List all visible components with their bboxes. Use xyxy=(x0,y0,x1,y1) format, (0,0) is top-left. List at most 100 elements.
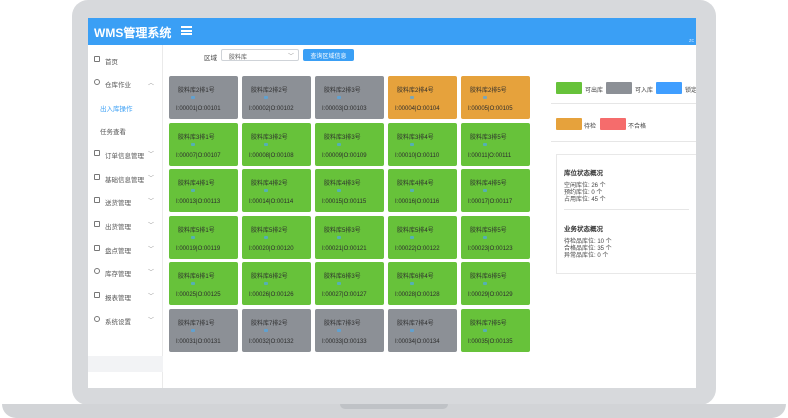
location-code: I:00011|O:00111 xyxy=(468,152,512,159)
location-cell[interactable]: 胶料库2排2号 I:00002|O:00102 xyxy=(242,76,311,119)
location-marker-icon xyxy=(483,235,487,239)
area-select[interactable]: 胶料库 ﹀ xyxy=(221,49,299,61)
location-name: 胶料库5排4号 xyxy=(397,227,434,234)
sidebar-item-label: 仓库作业 xyxy=(105,82,131,89)
location-cell[interactable]: 胶料库4排1号 I:00013|O:00113 xyxy=(169,169,238,212)
sidebar-item-inout[interactable]: 出入库操作 xyxy=(88,100,163,114)
location-marker-icon xyxy=(483,328,487,332)
location-marker-icon xyxy=(191,282,195,285)
location-cell[interactable]: 胶料库5排4号 I:00022|O:00122 xyxy=(388,215,457,259)
location-cell[interactable]: 胶料库6排1号 I:00025|O:00125 xyxy=(169,262,238,305)
location-cell[interactable]: 胶料库7排5号 I:00035|O:00135 xyxy=(461,308,530,352)
sidebar-item-label: 订单信息管理 xyxy=(105,153,144,160)
location-name: 胶料库3排4号 xyxy=(397,134,434,141)
location-marker-icon xyxy=(410,282,414,285)
location-cell[interactable]: 胶料库2排4号 I:00004|O:00104 xyxy=(388,76,457,119)
location-cell[interactable]: 胶料库6排3号 I:00027|O:00127 xyxy=(315,262,384,305)
hamburger-menu-icon[interactable] xyxy=(181,26,192,35)
location-cell[interactable]: 胶料库7排1号 I:00031|O:00131 xyxy=(169,308,238,352)
location-marker-icon xyxy=(410,189,414,192)
location-cell[interactable]: 胶料库3排2号 I:00008|O:00108 xyxy=(242,122,311,166)
location-cell[interactable]: 胶料库2排3号 I:00003|O:00103 xyxy=(315,76,384,119)
sidebar-item-tasks[interactable]: 任务查看 xyxy=(88,123,163,137)
inventory-icon xyxy=(94,245,100,251)
location-cell[interactable]: 胶料库5排2号 I:00020|O:00120 xyxy=(242,215,311,259)
location-name: 胶料库7排4号 xyxy=(397,320,434,327)
location-marker-icon xyxy=(337,189,341,192)
sidebar-item-settings[interactable]: 系统设置 ﹀ xyxy=(88,313,163,327)
sidebar-item-shipping[interactable]: 出货管理 ﹀ xyxy=(88,218,163,232)
chevron-down-icon: ﹀ xyxy=(148,318,155,324)
query-area-button[interactable]: 查询区域信息 xyxy=(303,49,354,61)
delivery-icon xyxy=(94,197,100,203)
sidebar-item-label: 首页 xyxy=(105,59,118,66)
location-code: I:00020|O:00120 xyxy=(249,245,294,252)
location-name: 胶料库6排1号 xyxy=(178,274,215,280)
sidebar-item-orders[interactable]: 订单信息管理 ﹀ xyxy=(88,147,163,161)
location-cell[interactable]: 胶料库7排3号 I:00033|O:00133 xyxy=(315,308,384,352)
laptop-notch xyxy=(340,404,448,409)
location-code: I:00007|O:00107 xyxy=(176,152,221,159)
location-cell[interactable]: 胶料库4排2号 I:00014|O:00114 xyxy=(242,169,311,212)
location-name: 胶料库5排5号 xyxy=(470,227,507,234)
location-cell[interactable]: 胶料库3排4号 I:00010|O:00110 xyxy=(388,122,457,166)
app-screen: WMS管理系统 zc 首页 仓库作业 ︿ 出入库操作 任务查看 订单信息管理 ﹀… xyxy=(88,18,696,388)
location-marker-icon xyxy=(410,142,414,146)
location-cell[interactable]: 胶料库2排5号 I:00005|O:00105 xyxy=(461,76,530,119)
location-cell[interactable]: 胶料库5排1号 I:00019|O:00119 xyxy=(169,215,238,259)
location-cell[interactable]: 胶料库4排3号 I:00015|O:00115 xyxy=(315,169,384,212)
sidebar-item-label: 系统设置 xyxy=(105,319,131,326)
location-code: I:00013|O:00113 xyxy=(176,199,221,205)
location-marker-icon xyxy=(410,96,414,99)
location-marker-icon xyxy=(264,142,268,146)
location-cell[interactable]: 胶料库5排5号 I:00023|O:00123 xyxy=(461,215,530,259)
location-marker-icon xyxy=(483,142,487,146)
location-code: I:00015|O:00115 xyxy=(322,199,367,205)
legend-divider xyxy=(551,141,696,142)
legend-rejected-swatch xyxy=(600,118,626,130)
location-cell[interactable]: 胶料库4排5号 I:00017|O:00117 xyxy=(461,169,530,212)
location-cell[interactable]: 胶料库6排4号 I:00028|O:00128 xyxy=(388,262,457,305)
location-marker-icon xyxy=(264,189,268,192)
location-marker-icon xyxy=(191,142,195,146)
sidebar-item-basic-info[interactable]: 基础信息管理 ﹀ xyxy=(88,171,163,185)
location-name: 胶料库5排2号 xyxy=(251,227,288,234)
sidebar-item-delivery[interactable]: 送货管理 ﹀ xyxy=(88,194,163,208)
chevron-down-icon: ﹀ xyxy=(148,223,155,229)
location-name: 胶料库6排3号 xyxy=(324,274,361,280)
legend-row-1: 可出库 可入库 锁定 xyxy=(551,82,696,95)
sidebar: 首页 仓库作业 ︿ 出入库操作 任务查看 订单信息管理 ﹀ 基础信息管理 ﹀ 送… xyxy=(88,45,163,388)
location-name: 胶料库6排5号 xyxy=(470,274,507,280)
location-cell[interactable]: 胶料库6排2号 I:00026|O:00126 xyxy=(242,262,311,305)
location-marker-icon xyxy=(191,189,195,192)
sidebar-item-reports[interactable]: 报表管理 ﹀ xyxy=(88,289,163,303)
location-name: 胶料库4排5号 xyxy=(470,181,507,187)
sidebar-item-inventory-check[interactable]: 盘点管理 ﹀ xyxy=(88,242,163,256)
location-name: 胶料库7排5号 xyxy=(470,320,507,327)
sidebar-item-stock[interactable]: 库存管理 ﹀ xyxy=(88,265,163,279)
location-code: I:00034|O:00134 xyxy=(395,338,440,345)
sidebar-item-warehouse[interactable]: 仓库作业 ︿ xyxy=(88,76,163,90)
location-cell[interactable]: 胶料库7排2号 I:00032|O:00132 xyxy=(242,308,311,352)
chevron-down-icon: ﹀ xyxy=(148,176,155,182)
location-cell[interactable]: 胶料库7排4号 I:00034|O:00134 xyxy=(388,308,457,352)
location-cell[interactable]: 胶料库6排5号 I:00029|O:00129 xyxy=(461,262,530,305)
location-code: I:00033|O:00133 xyxy=(322,338,367,345)
location-cell[interactable]: 胶料库3排5号 I:00011|O:00111 xyxy=(461,122,530,166)
location-cell[interactable]: 胶料库2排1号 I:00001|O:00101 xyxy=(169,76,238,119)
location-cell[interactable]: 胶料库5排3号 I:00021|O:00121 xyxy=(315,215,384,259)
order-icon xyxy=(94,150,100,156)
abnormal-locations: 异常品库位: 0 个 xyxy=(564,253,609,259)
grid-icon xyxy=(94,174,100,180)
chevron-down-icon: ﹀ xyxy=(148,199,155,205)
app-title: WMS管理系统 xyxy=(94,26,172,40)
location-code: I:00025|O:00125 xyxy=(176,292,221,298)
legend-can-in-swatch xyxy=(606,82,632,94)
location-marker-icon xyxy=(483,282,487,285)
location-cell[interactable]: 胶料库3排3号 I:00009|O:00109 xyxy=(315,122,384,166)
sidebar-item-home[interactable]: 首页 xyxy=(88,53,163,67)
legend-can-out-label: 可出库 xyxy=(585,88,604,94)
location-cell[interactable]: 胶料库3排1号 I:00007|O:00107 xyxy=(169,122,238,166)
location-cell[interactable]: 胶料库4排4号 I:00016|O:00116 xyxy=(388,169,457,212)
location-code: I:00005|O:00105 xyxy=(468,106,513,112)
